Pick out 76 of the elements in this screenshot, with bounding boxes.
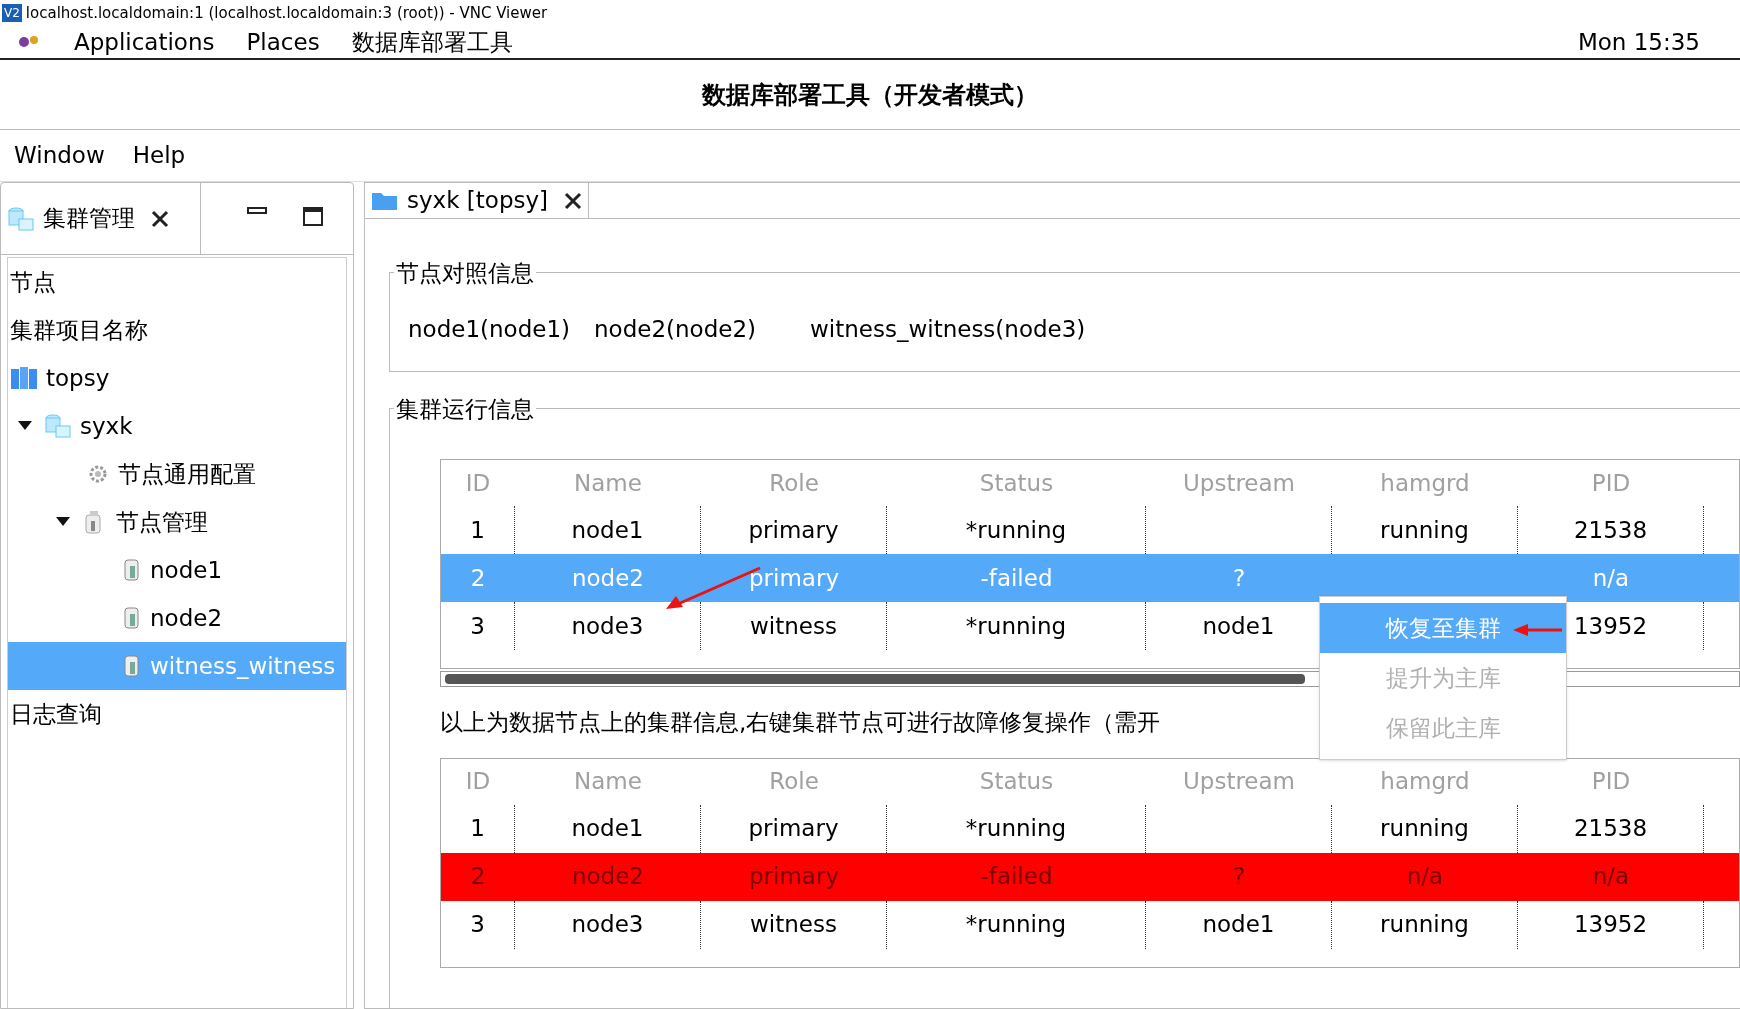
table-cell-text: primary (749, 862, 839, 892)
tree-item[interactable]: syxk (8, 402, 346, 450)
table-cell-text: node1 (571, 515, 644, 545)
table-cell-text: ? (1232, 862, 1246, 892)
table-row[interactable]: 3 node3 witness *running node1 running 13952 (441, 900, 1739, 949)
table-cell-text: 2 (470, 862, 486, 892)
arrow-annotation (1512, 622, 1564, 638)
table-cell-text: 21538 (1573, 814, 1648, 844)
close-icon[interactable] (564, 191, 583, 210)
table-cell-text: primary (748, 814, 839, 844)
close-icon[interactable] (151, 209, 169, 228)
scrollbar-thumb[interactable] (445, 674, 1305, 684)
table-cell-text: running (1380, 910, 1469, 940)
vnc-logo: V2 (2, 4, 22, 22)
tree-item[interactable]: 日志查询 (8, 690, 346, 738)
table-cell-text: primary (749, 563, 839, 593)
table-cell-text: *running (965, 611, 1067, 641)
table-cell-text: -failed (980, 563, 1053, 593)
table-cell-text: node1 (571, 814, 644, 844)
table-cell-text: running (1380, 814, 1469, 844)
tree-item[interactable]: 节点 (8, 258, 346, 306)
server-icon (122, 558, 142, 582)
top-bar-menu[interactable]: Applications (74, 28, 215, 56)
table-cell-text: *running (965, 814, 1067, 844)
table-cell-text: n/a (1406, 862, 1444, 892)
server-icon (122, 606, 142, 630)
tree-item[interactable]: 节点管理 (8, 498, 346, 546)
table-cell-text: n/a (1592, 862, 1630, 892)
tree-item[interactable]: topsy (8, 354, 346, 402)
table-cell-text: node2 (571, 862, 644, 892)
tree-item[interactable]: 集群项目名称 (8, 306, 346, 354)
table-cell-text: 1 (470, 814, 485, 844)
table-cell-text: ? (1232, 563, 1246, 593)
table-cell-text: *running (965, 515, 1067, 545)
database-icon (44, 413, 72, 439)
table-cell-text: witness (750, 910, 837, 940)
table-cell-text: 3 (470, 910, 485, 940)
window-title: 数据库部署工具（开发者模式） (702, 79, 1038, 111)
hint-text: 以上为数据节点上的集群信息,右键集群节点可进行故障修复操作（需开 (440, 708, 1161, 737)
database-icon (7, 205, 35, 232)
menu-item[interactable]: Window (14, 138, 105, 173)
table-cell-text: n/a (1592, 563, 1630, 593)
tree-item[interactable]: node2 (8, 594, 346, 642)
table-cell-text: node1 (1202, 611, 1275, 641)
table-cell-text: witness (750, 611, 837, 641)
editor-tab[interactable]: syxk [topsy] (365, 183, 590, 218)
node-mapping-text: node1(node1) (408, 314, 570, 344)
table-cell-text: *running (965, 910, 1067, 940)
menu-item[interactable]: Help (132, 138, 186, 173)
table-cell-text: node3 (571, 910, 644, 940)
node-mapping-text: witness_witness(node3) (810, 314, 1086, 344)
table-cell-text: 2 (470, 563, 486, 593)
table-cell-text: node2 (571, 563, 644, 593)
tree-item[interactable]: 节点通用配置 (8, 450, 346, 498)
top-bar-menu[interactable]: Places (246, 28, 320, 56)
table-cell-text: node1 (1202, 910, 1275, 940)
top-bar-menu[interactable]: 数据库部署工具 (351, 28, 513, 56)
table-cell-text: 3 (470, 611, 485, 641)
server-icon (122, 654, 142, 678)
table-cell-text: node3 (571, 611, 644, 641)
node-mapping-text: node2(node2) (594, 314, 757, 344)
panel-tab[interactable]: 集群管理 (1, 183, 201, 254)
tree-item[interactable]: node1 (8, 546, 346, 594)
table-cell-text: primary (748, 515, 839, 545)
servers-icon (10, 366, 38, 390)
table-cell-text: 13952 (1573, 910, 1648, 940)
maximize-icon[interactable] (303, 207, 323, 227)
table-cell-text: 21538 (1573, 515, 1648, 545)
window-title: localhost.localdomain:1 (localhost.localdomain:3 (root)) - VNC Viewer (25, 2, 548, 24)
table-row[interactable]: 1 node1 primary *running running 21538 (441, 804, 1739, 853)
table-cell-text: 13952 (1573, 611, 1648, 641)
table-cell-text: -failed (980, 862, 1053, 892)
table-cell-text: running (1380, 515, 1469, 545)
clock[interactable]: Mon 15:35 (1577, 28, 1700, 56)
table-cell-text: 1 (470, 515, 485, 545)
minimize-icon[interactable] (247, 207, 267, 215)
